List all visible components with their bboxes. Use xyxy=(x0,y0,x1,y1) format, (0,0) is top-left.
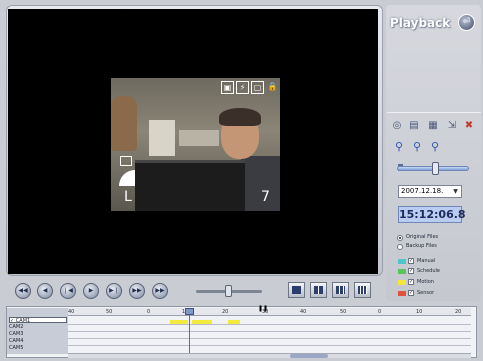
right-panel xyxy=(386,5,481,301)
quad-view-button[interactable] xyxy=(310,282,327,298)
timeline-row-line xyxy=(68,324,471,325)
motion-event-bar[interactable] xyxy=(170,320,188,324)
motion-event-bar[interactable] xyxy=(192,320,212,324)
camera-row-cam3[interactable]: CAM3 xyxy=(9,331,67,337)
feed-poster xyxy=(149,120,175,156)
camera-row-cam5[interactable]: CAM5 xyxy=(9,345,67,351)
feed-status-icon-1: ▣ xyxy=(221,81,234,94)
step-back-button[interactable]: ❘◀ xyxy=(60,283,76,299)
time-display: 15:12:06.8 xyxy=(398,206,466,223)
feed-monitor xyxy=(135,160,245,211)
camera-icon[interactable]: ◎ xyxy=(391,120,403,132)
feed-corner-mark xyxy=(119,170,135,186)
legend-swatch-manual xyxy=(398,259,406,264)
timeline-tick: 40 xyxy=(68,309,75,315)
playback-window: ▣ ⚡ ▢ 🔒 L 7 ◀◀ ◀ ❘◀ ▶ ▶❘ ▶▶ ▶▶ Playback … xyxy=(0,0,483,361)
timeline-tick: 40 xyxy=(300,309,307,315)
feed-person-hair xyxy=(219,108,261,126)
playback-icon: ⏎ xyxy=(458,14,475,31)
rewind-button[interactable]: ◀ xyxy=(37,283,53,299)
timeline-row-line xyxy=(68,345,471,346)
single-view-button[interactable] xyxy=(288,282,305,298)
timeline-marker-icon: ❚❚ xyxy=(258,305,269,312)
feed-channel-icon xyxy=(120,156,132,166)
step-forward-button[interactable]: ▶❘ xyxy=(106,283,122,299)
panel-title: Playback xyxy=(390,16,451,30)
feed-overlay-number: 7 xyxy=(261,189,270,205)
date-value: 2007.12.18. xyxy=(401,187,444,195)
rewind-fast-button[interactable]: ◀◀ xyxy=(15,283,31,299)
timeline-cursor-line xyxy=(189,315,190,354)
radio-label-backup: Backup Files xyxy=(406,243,437,249)
timeline-scale[interactable] xyxy=(68,308,471,316)
feed-person-left xyxy=(111,96,137,151)
zoom-out-icon[interactable]: ⚲ xyxy=(411,141,423,153)
video-area[interactable]: ▣ ⚡ ▢ 🔒 L 7 xyxy=(8,9,378,274)
lock-icon: 🔒 xyxy=(267,82,278,91)
capture-icon[interactable]: ▤ xyxy=(408,120,420,132)
camera-feed[interactable]: ▣ ⚡ ▢ 🔒 L 7 xyxy=(111,78,280,211)
camera-row-cam2[interactable]: CAM2 xyxy=(9,324,67,330)
feed-overlay-letter: L xyxy=(124,189,132,205)
legend-label-schedule: Schedule xyxy=(417,268,440,274)
timeline-tick: 20 xyxy=(455,309,462,315)
timeline-tick: 0 xyxy=(378,309,382,315)
checkbox-manual[interactable]: ✓ xyxy=(408,258,414,264)
motion-event-bar[interactable] xyxy=(228,320,240,324)
chevron-down-icon[interactable]: ▼ xyxy=(451,187,460,196)
volume-slider-knob[interactable] xyxy=(432,162,439,175)
radio-label-original: Original Files xyxy=(406,234,439,240)
zoom-reset-icon[interactable]: ⚲ xyxy=(429,141,441,153)
timeline-row-line xyxy=(68,331,471,332)
timeline-tick: 20 xyxy=(222,309,229,315)
film-icon[interactable]: ▦ xyxy=(427,120,439,132)
speed-slider-knob[interactable] xyxy=(225,285,232,297)
timeline-scrollbar[interactable] xyxy=(68,353,471,358)
legend-label-motion: Motion xyxy=(417,279,434,285)
feed-status-icon-2: ⚡ xyxy=(236,81,249,94)
radio-backup-files[interactable] xyxy=(397,244,403,250)
timeline-cursor[interactable] xyxy=(185,308,194,315)
timeline-scroll-thumb[interactable] xyxy=(290,354,328,358)
timeline-tick: 50 xyxy=(106,309,113,315)
nine-view-button[interactable] xyxy=(332,282,349,298)
camera-row-cam1[interactable]: ✓ CAM1 xyxy=(9,317,67,324)
play-button[interactable]: ▶ xyxy=(83,283,99,299)
forward-button[interactable]: ▶▶ xyxy=(129,283,145,299)
timeline-tick: 0 xyxy=(147,309,151,315)
feed-shelf xyxy=(179,130,219,146)
checkbox-sensor[interactable]: ✓ xyxy=(408,290,414,296)
checkbox-schedule[interactable]: ✓ xyxy=(408,268,414,274)
checkbox-motion[interactable]: ✓ xyxy=(408,279,414,285)
timeline-tick: 50 xyxy=(340,309,347,315)
legend-label-sensor: Sensor xyxy=(417,290,435,296)
legend-label-manual: Manual xyxy=(417,258,436,264)
close-icon[interactable]: ✖ xyxy=(463,120,475,132)
zoom-in-icon[interactable]: ⚲ xyxy=(393,141,405,153)
legend-swatch-sensor xyxy=(398,291,406,296)
sixteen-view-button[interactable] xyxy=(354,282,371,298)
legend-swatch-motion xyxy=(398,280,406,285)
forward-fast-button[interactable]: ▶▶ xyxy=(152,283,168,299)
timeline-row-line xyxy=(68,338,471,339)
legend-swatch-schedule xyxy=(398,269,406,274)
export-icon[interactable]: ⇲ xyxy=(446,120,458,132)
date-select[interactable]: 2007.12.18. ▼ xyxy=(398,185,462,198)
panel-divider xyxy=(387,112,481,113)
feed-status-icon-3: ▢ xyxy=(251,81,264,94)
camera-row-cam4[interactable]: CAM4 xyxy=(9,338,67,344)
radio-original-files[interactable] xyxy=(397,235,403,241)
timeline-tick: 10 xyxy=(416,309,423,315)
